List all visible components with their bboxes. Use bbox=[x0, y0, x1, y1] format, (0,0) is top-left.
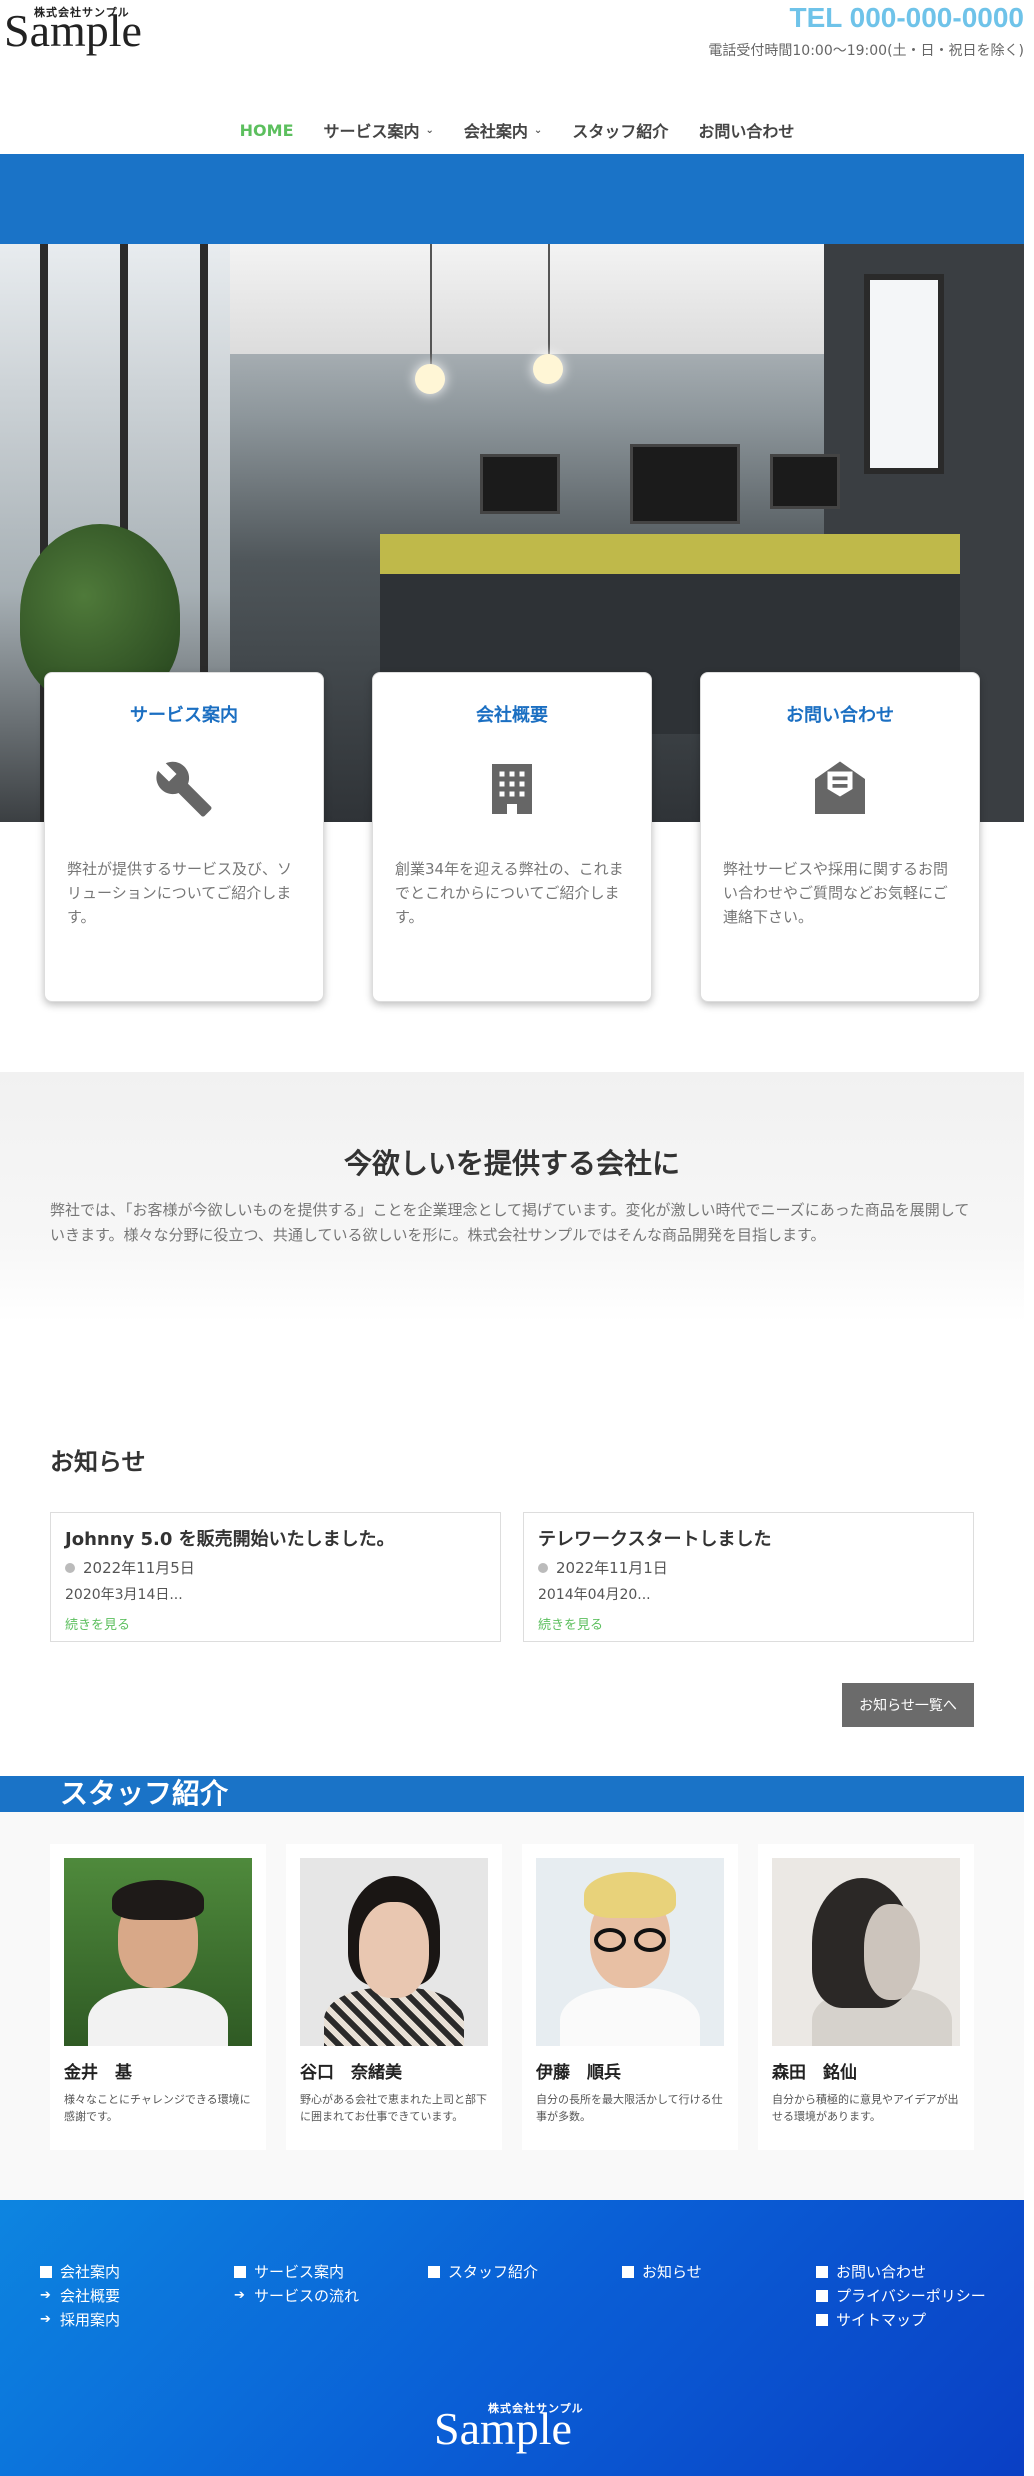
footer-link[interactable]: サービス案内 bbox=[234, 2260, 428, 2284]
footer-column: お問い合わせ プライバシーポリシー サイトマップ bbox=[816, 2260, 1010, 2332]
card-company[interactable]: 会社概要 創業34年を迎える弊社の、これまでとこれからについてご紹介します。 bbox=[372, 672, 652, 1002]
feature-cards: サービス案内 弊社が提供するサービス及び、ソリューションについてご紹介します。 … bbox=[44, 672, 980, 1002]
staff-desc: 自分から積極的に意見やアイデアが出せる環境があります。 bbox=[772, 2093, 959, 2123]
site-header: 株式会社サンプル Sample TEL 000-000-0000 電話受付時間1… bbox=[0, 0, 1034, 154]
mission-section: 今欲しいを提供する会社に 弊社では、「お客様が今欲しいものを提供する」ことを企業… bbox=[0, 1072, 1024, 1322]
clock-icon bbox=[538, 1562, 548, 1573]
footer-link[interactable]: ➔ サービスの流れ bbox=[234, 2284, 428, 2308]
staff-desc: 様々なことにチャレンジできる環境に感謝です。 bbox=[64, 2093, 251, 2123]
header-blue-band bbox=[0, 154, 1024, 244]
footer-link[interactable]: ➔ 会社概要 bbox=[40, 2284, 234, 2308]
staff-list: 金井 基 様々なことにチャレンジできる環境に感謝です。 谷口 奈緒美 野心がある… bbox=[50, 1844, 974, 2150]
footer-column: お知らせ bbox=[622, 2260, 816, 2332]
staff-name: 谷口 奈緒美 bbox=[300, 2063, 402, 2083]
footer-link[interactable]: お知らせ bbox=[622, 2260, 816, 2284]
nav-services[interactable]: サービス案内 ⌄ bbox=[324, 118, 434, 142]
card-services[interactable]: サービス案内 弊社が提供するサービス及び、ソリューションについてご紹介します。 bbox=[44, 672, 324, 1002]
footer-link[interactable]: お問い合わせ bbox=[816, 2260, 1010, 2284]
staff-photo bbox=[536, 1858, 724, 2046]
news-item[interactable]: Johnny 5.0 を販売開始いたしました。 2022年11月5日 2020年… bbox=[50, 1512, 501, 1642]
nav-company[interactable]: 会社案内 ⌄ bbox=[464, 118, 542, 142]
wrench-icon bbox=[156, 761, 212, 817]
mission-text: 弊社では、「お客様が今欲しいものを提供する」ことを企業理念として掲げています。変… bbox=[50, 1201, 970, 1244]
footer-logo[interactable]: 株式会社サンプル Sample bbox=[430, 2400, 600, 2460]
staff-photo bbox=[64, 1858, 252, 2046]
card-text: 創業34年を迎える弊社の、これまでとこれからについてご紹介します。 bbox=[395, 860, 624, 926]
footer-links: 会社案内 ➔ 会社概要 ➔ 採用案内 サービス案内 ➔ サービスの流れ スタッフ紹介 … bbox=[40, 2260, 1010, 2332]
footer-column: 会社案内 ➔ 会社概要 ➔ 採用案内 bbox=[40, 2260, 234, 2332]
logo-wordmark: Sample bbox=[4, 5, 142, 56]
news-heading: お知らせ bbox=[50, 1448, 146, 1476]
mission-title: 今欲しいを提供する会社に bbox=[343, 1147, 680, 1180]
footer-link[interactable]: スタッフ紹介 bbox=[428, 2260, 622, 2284]
card-title: 会社概要 bbox=[476, 705, 548, 726]
square-bullet-icon bbox=[234, 2266, 246, 2278]
news-item-title: テレワークスタートしました bbox=[538, 1529, 772, 1550]
nav-home[interactable]: HOME bbox=[240, 118, 294, 142]
phone-number[interactable]: TEL 000-000-0000 bbox=[789, 2, 1024, 34]
footer-link[interactable]: プライバシーポリシー bbox=[816, 2284, 1010, 2308]
square-bullet-icon bbox=[40, 2266, 52, 2278]
square-bullet-icon bbox=[622, 2266, 634, 2278]
arrow-right-icon: ➔ bbox=[40, 2288, 51, 2303]
footer-link[interactable]: 会社案内 bbox=[40, 2260, 234, 2284]
arrow-right-icon: ➔ bbox=[40, 2312, 51, 2327]
news-item-date: 2022年11月5日 bbox=[83, 1559, 195, 1577]
card-title: お問い合わせ bbox=[786, 705, 894, 726]
read-more-link[interactable]: 続きを見る bbox=[65, 1614, 486, 1633]
clock-icon bbox=[65, 1562, 75, 1573]
square-bullet-icon bbox=[428, 2266, 440, 2278]
site-logo[interactable]: 株式会社サンプル Sample bbox=[4, 4, 174, 56]
footer-link[interactable]: サイトマップ bbox=[816, 2308, 1010, 2332]
site-footer: 会社案内 ➔ 会社概要 ➔ 採用案内 サービス案内 ➔ サービスの流れ スタッフ紹介 … bbox=[0, 2200, 1024, 2476]
staff-card[interactable]: 谷口 奈緒美 野心がある会社で恵まれた上司と部下に囲まれてお仕事できています。 bbox=[286, 1844, 502, 2150]
footer-column: スタッフ紹介 bbox=[428, 2260, 622, 2332]
staff-card[interactable]: 金井 基 様々なことにチャレンジできる環境に感謝です。 bbox=[50, 1844, 266, 2150]
card-text: 弊社サービスや採用に関するお問い合わせやご質問などお気軽にご連絡下さい。 bbox=[723, 860, 949, 926]
card-text: 弊社が提供するサービス及び、ソリューションについてご紹介します。 bbox=[67, 860, 293, 926]
staff-desc: 野心がある会社で恵まれた上司と部下に囲まれてお仕事できています。 bbox=[300, 2093, 487, 2123]
phone-hours: 電話受付時間10:00～19:00(土・日・祝日を除く) bbox=[708, 43, 1024, 59]
card-contact[interactable]: お問い合わせ 弊社サービスや採用に関するお問い合わせやご質問などお気軽にご連絡下… bbox=[700, 672, 980, 1002]
arrow-right-icon: ➔ bbox=[234, 2288, 245, 2303]
staff-name: 伊藤 順兵 bbox=[536, 2063, 621, 2083]
mail-open-icon bbox=[815, 761, 865, 814]
staff-card[interactable]: 森田 銘仙 自分から積極的に意見やアイデアが出せる環境があります。 bbox=[758, 1844, 974, 2150]
read-more-link[interactable]: 続きを見る bbox=[538, 1614, 959, 1633]
staff-photo bbox=[772, 1858, 960, 2046]
staff-name: 金井 基 bbox=[64, 2063, 132, 2083]
staff-section: 金井 基 様々なことにチャレンジできる環境に感謝です。 谷口 奈緒美 野心がある… bbox=[0, 1812, 1024, 2200]
footer-link[interactable]: ➔ 採用案内 bbox=[40, 2308, 234, 2332]
news-item[interactable]: テレワークスタートしました 2022年11月1日 2014年04月20... 続… bbox=[523, 1512, 974, 1642]
news-item-excerpt: 2014年04月20... bbox=[538, 1587, 651, 1603]
staff-name: 森田 銘仙 bbox=[772, 2063, 857, 2083]
chevron-down-icon: ⌄ bbox=[533, 124, 543, 136]
staff-heading: スタッフ紹介 bbox=[60, 1777, 229, 1810]
nav-staff[interactable]: スタッフ紹介 bbox=[572, 118, 668, 142]
square-bullet-icon bbox=[816, 2266, 828, 2278]
staff-heading-band: スタッフ紹介 bbox=[0, 1776, 1024, 1812]
staff-photo bbox=[300, 1858, 488, 2046]
news-item-title: Johnny 5.0 を販売開始いたしました。 bbox=[65, 1529, 395, 1550]
footer-logo-wordmark: Sample bbox=[434, 2403, 572, 2454]
square-bullet-icon bbox=[816, 2314, 828, 2326]
news-item-date: 2022年11月1日 bbox=[556, 1559, 668, 1577]
staff-desc: 自分の長所を最大限活かして行ける仕事が多数。 bbox=[536, 2093, 723, 2123]
building-icon bbox=[492, 764, 532, 814]
card-title: サービス案内 bbox=[130, 705, 238, 726]
footer-column: サービス案内 ➔ サービスの流れ bbox=[234, 2260, 428, 2332]
news-item-excerpt: 2020年3月14日... bbox=[65, 1587, 183, 1603]
square-bullet-icon bbox=[816, 2290, 828, 2302]
news-list: Johnny 5.0 を販売開始いたしました。 2022年11月5日 2020年… bbox=[50, 1512, 974, 1642]
chevron-down-icon: ⌄ bbox=[425, 124, 434, 136]
news-list-button[interactable]: お知らせ一覧へ bbox=[842, 1683, 974, 1727]
staff-card[interactable]: 伊藤 順兵 自分の長所を最大限活かして行ける仕事が多数。 bbox=[522, 1844, 738, 2150]
global-nav: HOME サービス案内 ⌄ 会社案内 ⌄ スタッフ紹介 お問い合わせ bbox=[0, 118, 1034, 142]
nav-contact[interactable]: お問い合わせ bbox=[698, 118, 794, 142]
